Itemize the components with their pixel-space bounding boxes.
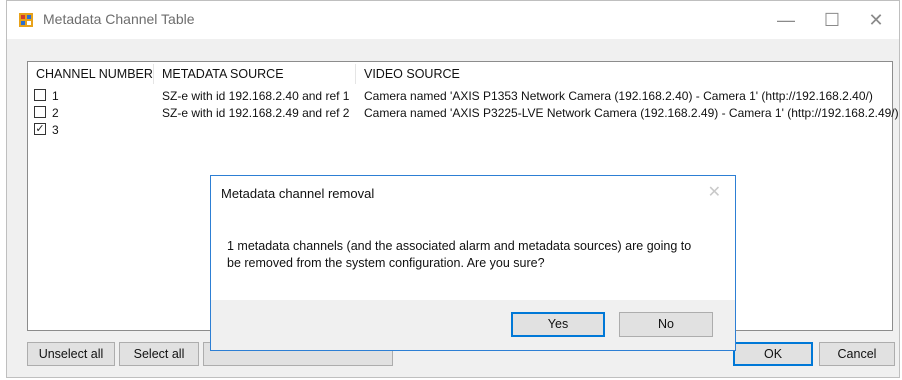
channel-number-cell: 3 — [52, 123, 59, 137]
close-icon: ✕ — [868, 9, 884, 30]
window-title: Metadata Channel Table — [43, 11, 195, 27]
dialog-message: 1 metadata channels (and the associated … — [227, 239, 692, 270]
metadata-source-cell: SZ-e with id 192.168.2.40 and ref 1 — [162, 89, 350, 103]
row-checkbox-checked[interactable]: ✓ — [34, 123, 46, 135]
row-checkbox[interactable] — [34, 106, 46, 118]
ok-button[interactable]: OK — [733, 342, 813, 366]
maximize-icon: ☐ — [823, 9, 841, 30]
title-bar[interactable]: Metadata Channel Table — ☐ ✕ — [7, 1, 899, 39]
table-row[interactable]: 2 SZ-e with id 192.168.2.49 and ref 2 Ca… — [28, 105, 899, 121]
column-header-video-source[interactable]: VIDEO SOURCE — [356, 64, 892, 84]
yes-button[interactable]: Yes — [511, 312, 605, 337]
dialog-close-icon[interactable]: ✕ — [708, 182, 721, 202]
table-row[interactable]: 1 SZ-e with id 192.168.2.40 and ref 1 Ca… — [28, 88, 892, 104]
select-all-button[interactable]: Select all — [119, 342, 199, 366]
dialog-title: Metadata channel removal — [221, 186, 375, 201]
confirm-removal-dialog: Metadata channel removal ✕ 1 metadata ch… — [210, 175, 736, 351]
cancel-button[interactable]: Cancel — [819, 342, 895, 366]
minimize-icon: — — [777, 9, 795, 30]
video-source-cell: Camera named 'AXIS P3225-LVE Network Cam… — [364, 106, 899, 120]
table-row[interactable]: ✓ 3 — [28, 122, 892, 138]
video-source-cell: Camera named 'AXIS P1353 Network Camera … — [364, 89, 873, 103]
channel-number-cell: 1 — [52, 89, 59, 103]
metadata-source-cell: SZ-e with id 192.168.2.49 and ref 2 — [162, 106, 350, 120]
row-checkbox[interactable] — [34, 89, 46, 101]
close-button[interactable]: ✕ — [853, 1, 899, 39]
channel-number-cell: 2 — [52, 106, 59, 120]
column-header-channel-number[interactable]: CHANNEL NUMBER — [28, 64, 154, 84]
no-button[interactable]: No — [619, 312, 713, 337]
maximize-button[interactable]: ☐ — [809, 1, 855, 39]
minimize-button[interactable]: — — [763, 1, 809, 39]
dialog-footer: Yes No — [211, 300, 735, 350]
unselect-all-button[interactable]: Unselect all — [27, 342, 115, 366]
app-icon — [19, 13, 33, 27]
column-header-metadata-source[interactable]: METADATA SOURCE — [154, 64, 356, 84]
